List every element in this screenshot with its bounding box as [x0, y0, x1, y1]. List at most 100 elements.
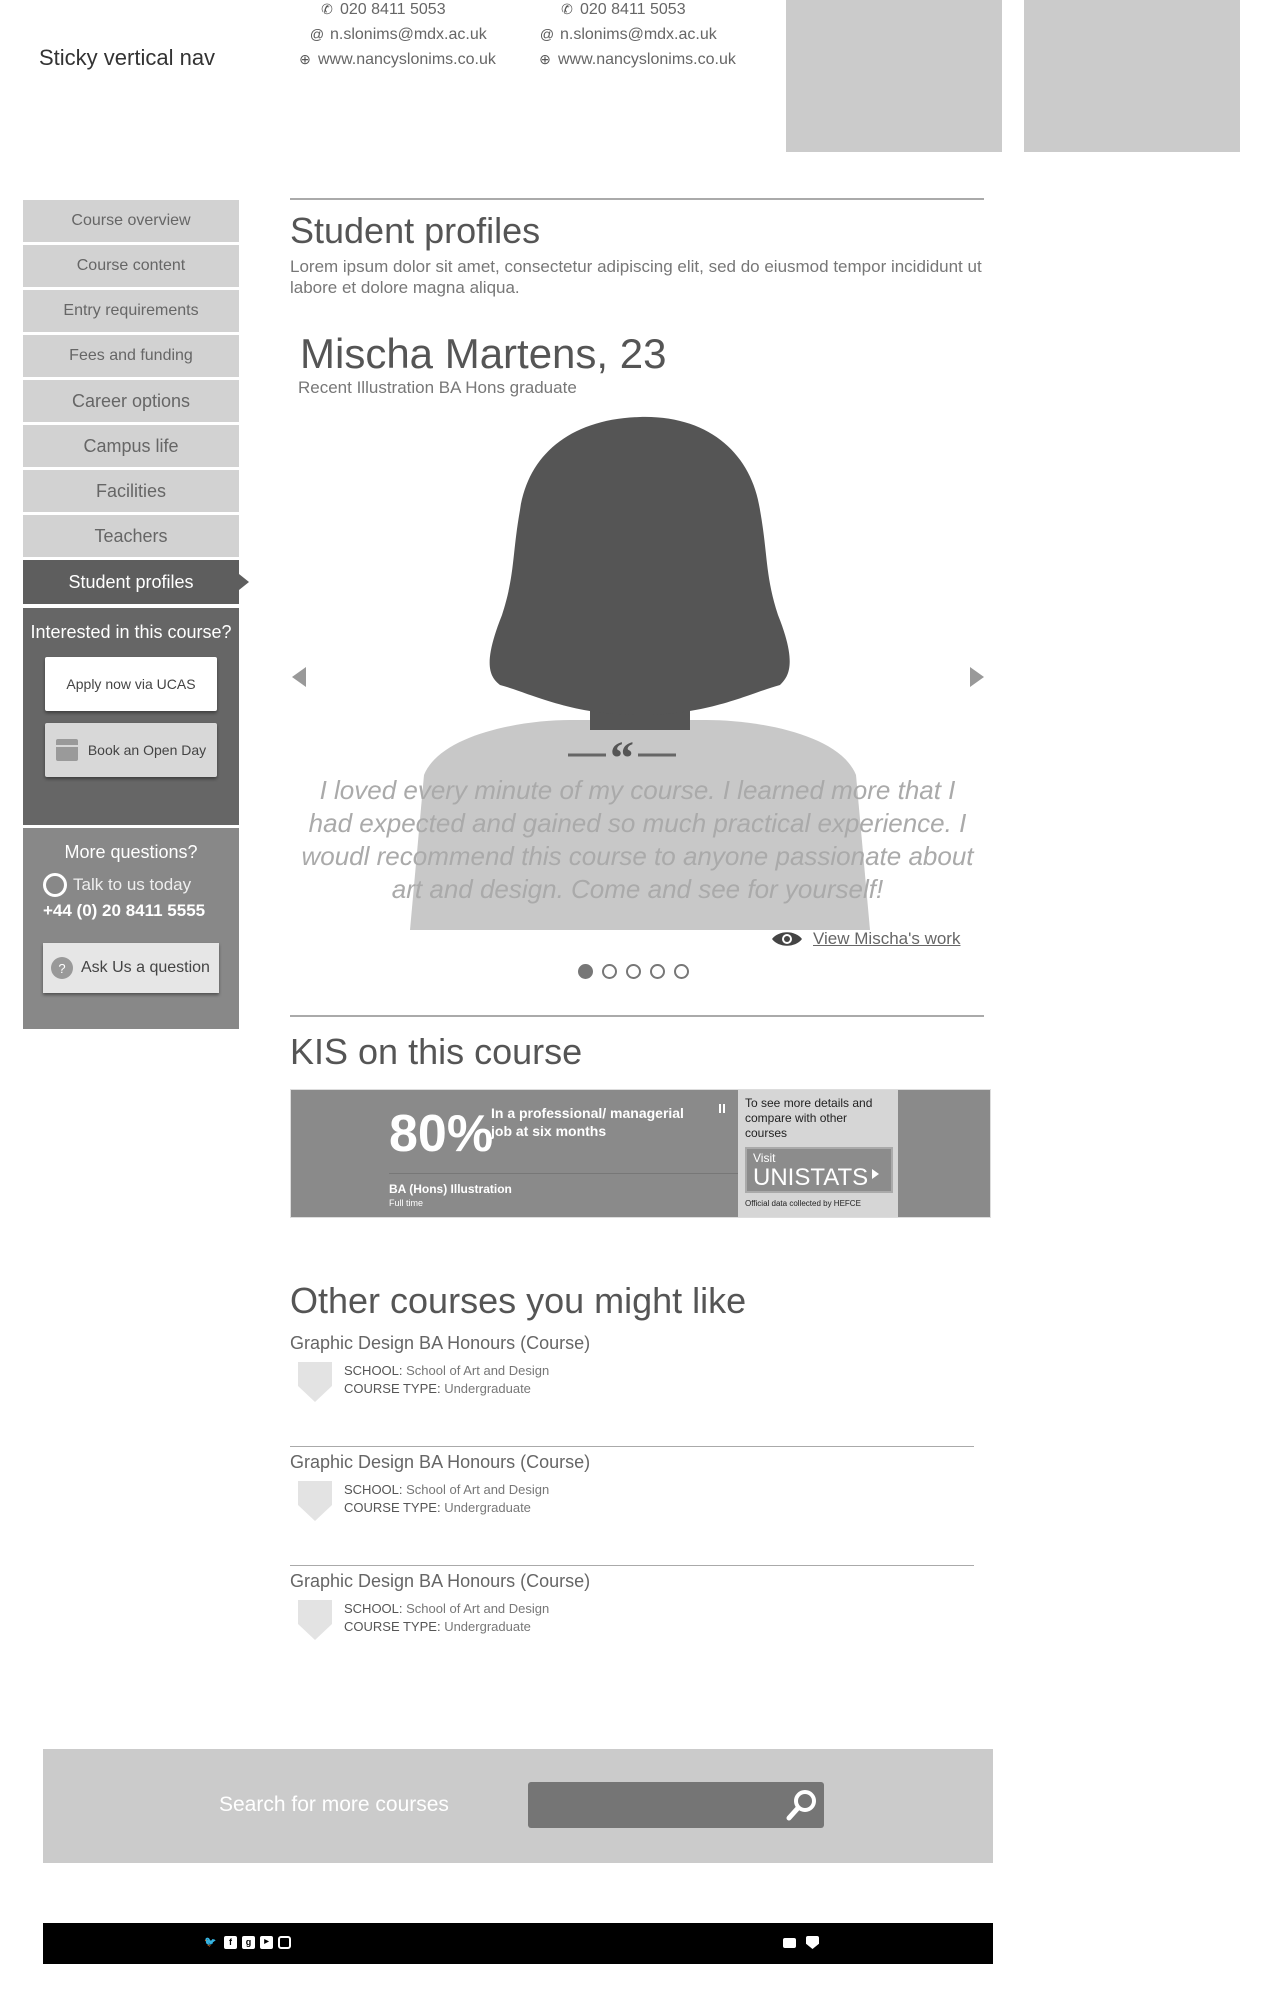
course-school: School of Art and Design — [406, 1601, 550, 1616]
student-subtitle: Recent Illustration BA Hons graduate — [298, 378, 577, 397]
divider — [290, 1446, 974, 1447]
search-label: Search for more courses — [219, 1793, 449, 1816]
nav-item-course-overview[interactable]: Course overview — [23, 200, 239, 242]
nav-item-fees-and-funding[interactable]: Fees and funding — [23, 335, 239, 377]
kis-widget: 80% In a professional/ managerial job at… — [290, 1089, 991, 1218]
svg-text:“: “ — [610, 740, 634, 774]
unistats-button[interactable]: Visit UNISTATS — [745, 1147, 893, 1193]
pause-icon[interactable] — [719, 1104, 725, 1113]
interested-panel: Interested in this course? Apply now via… — [23, 608, 239, 825]
school-label: SCHOOL: — [344, 1482, 403, 1497]
apply-ucas-button[interactable]: Apply now via UCAS — [45, 657, 217, 711]
shield-icon[interactable] — [806, 1936, 819, 1949]
talk-label: Talk to us today — [73, 875, 192, 894]
type-label: COURSE TYPE: — [344, 1381, 441, 1396]
prev-slide-arrow[interactable] — [292, 667, 306, 687]
apply-ucas-label: Apply now via UCAS — [66, 676, 196, 692]
course-title[interactable]: Graphic Design BA Honours (Course) — [290, 1452, 974, 1473]
slide-dot[interactable] — [650, 964, 665, 979]
sticky-vertical-nav: Course overview Course content Entry req… — [23, 200, 249, 1029]
course-item[interactable]: Graphic Design BA Honours (Course) SCHOO… — [290, 1571, 974, 1640]
question-icon: ? — [51, 957, 73, 979]
slide-dot[interactable] — [626, 964, 641, 979]
profiles-heading: Student profiles — [290, 210, 541, 251]
divider — [290, 1565, 974, 1566]
course-type: Undergraduate — [444, 1500, 531, 1515]
slide-dot[interactable] — [578, 964, 593, 979]
ask-question-button[interactable]: ? Ask Us a question — [43, 943, 219, 993]
kis-compare-panel: To see more details and compare with oth… — [738, 1090, 898, 1217]
kis-heading: KIS on this course — [290, 1031, 583, 1072]
nav-item-entry-requirements[interactable]: Entry requirements — [23, 290, 239, 332]
phone-icon: ✆ — [561, 1, 573, 17]
nav-item-campus-life[interactable]: Campus life — [23, 425, 239, 467]
instagram-icon[interactable] — [278, 1936, 291, 1949]
image-placeholder — [1024, 0, 1240, 152]
course-title[interactable]: Graphic Design BA Honours (Course) — [290, 1571, 974, 1592]
nav-item-student-profiles[interactable]: Student profiles — [23, 560, 249, 604]
contact-block-2: ✆ 020 8411 5053 @ n.slonims@mdx.ac.uk ⊕ www… — [538, 0, 736, 72]
search-input[interactable] — [528, 1782, 824, 1828]
crest-icon — [298, 1362, 332, 1402]
slide-dot[interactable] — [674, 964, 689, 979]
book-open-day-label: Book an Open Day — [87, 742, 207, 758]
youtube-icon[interactable]: ▶ — [260, 1936, 273, 1949]
next-slide-arrow[interactable] — [970, 667, 984, 687]
profiles-intro: Lorem ipsum dolor sit amet, consectetur … — [290, 257, 982, 297]
course-search-bar: Search for more courses — [43, 1749, 993, 1863]
course-school: School of Art and Design — [406, 1363, 550, 1378]
type-label: COURSE TYPE: — [344, 1619, 441, 1634]
footer: 🐦 f g ▶ — [43, 1923, 993, 1964]
contact-phone[interactable]: 020 8411 5053 — [580, 0, 686, 22]
contact-web[interactable]: www.nancyslonims.co.uk — [558, 47, 736, 72]
contact-web[interactable]: www.nancyslonims.co.uk — [318, 47, 496, 72]
phone-number[interactable]: +44 (0) 20 8411 5555 — [43, 901, 219, 921]
type-label: COURSE TYPE: — [344, 1500, 441, 1515]
course-item[interactable]: Graphic Design BA Honours (Course) SCHOO… — [290, 1333, 974, 1402]
view-work-link[interactable]: View Mischa's work — [771, 929, 960, 949]
course-school: School of Art and Design — [406, 1482, 550, 1497]
hefce-note: Official data collected by HEFCE — [745, 1199, 861, 1208]
quote-icon: “ — [568, 740, 676, 774]
course-type: Undergraduate — [444, 1381, 531, 1396]
slide-dot[interactable] — [602, 964, 617, 979]
nav-item-teachers[interactable]: Teachers — [23, 515, 239, 557]
kis-percent: 80% — [389, 1105, 494, 1163]
email-icon[interactable] — [783, 1938, 796, 1948]
phone-icon: ✆ — [321, 1, 333, 17]
contact-email[interactable]: n.slonims@mdx.ac.uk — [330, 22, 487, 47]
student-name: Mischa Martens, 23 — [300, 330, 667, 377]
school-label: SCHOOL: — [344, 1601, 403, 1616]
book-open-day-button[interactable]: Book an Open Day — [45, 723, 217, 777]
contact-phone[interactable]: 020 8411 5053 — [340, 0, 446, 22]
unistats-label: UNISTATS — [753, 1164, 869, 1191]
twitter-icon[interactable]: 🐦 — [204, 1936, 217, 1949]
course-item[interactable]: Graphic Design BA Honours (Course) SCHOO… — [290, 1452, 974, 1521]
school-label: SCHOOL: — [344, 1363, 403, 1378]
headset-icon — [43, 873, 67, 897]
kis-course: BA (Hons) Illustration — [389, 1182, 512, 1196]
slide-dots — [578, 964, 689, 979]
search-icon[interactable] — [785, 1787, 821, 1823]
interested-heading: Interested in this course? — [30, 622, 232, 642]
view-work-label: View Mischa's work — [813, 929, 961, 948]
nav-item-facilities[interactable]: Facilities — [23, 470, 239, 512]
at-icon: @ — [309, 26, 325, 42]
facebook-icon[interactable]: f — [224, 1936, 237, 1949]
nav-item-course-content[interactable]: Course content — [23, 245, 239, 287]
kis-mode: Full time — [389, 1198, 424, 1208]
googleplus-icon[interactable]: g — [242, 1936, 255, 1949]
image-placeholder — [786, 0, 1002, 152]
questions-panel: More questions? Talk to us today +44 (0)… — [23, 828, 239, 1029]
at-icon: @ — [539, 26, 555, 42]
divider — [290, 1015, 984, 1017]
student-quote: I loved every minute of my course. I lea… — [301, 775, 974, 904]
course-title[interactable]: Graphic Design BA Honours (Course) — [290, 1333, 974, 1354]
ask-question-label: Ask Us a question — [81, 959, 210, 976]
nav-item-career-options[interactable]: Career options — [23, 380, 239, 422]
questions-heading: More questions? — [64, 842, 198, 862]
contact-email[interactable]: n.slonims@mdx.ac.uk — [560, 22, 717, 47]
contact-block-1: ✆ 020 8411 5053 @ n.slonims@mdx.ac.uk ⊕ www… — [298, 0, 496, 72]
eye-icon — [772, 932, 802, 946]
course-type: Undergraduate — [444, 1619, 531, 1634]
